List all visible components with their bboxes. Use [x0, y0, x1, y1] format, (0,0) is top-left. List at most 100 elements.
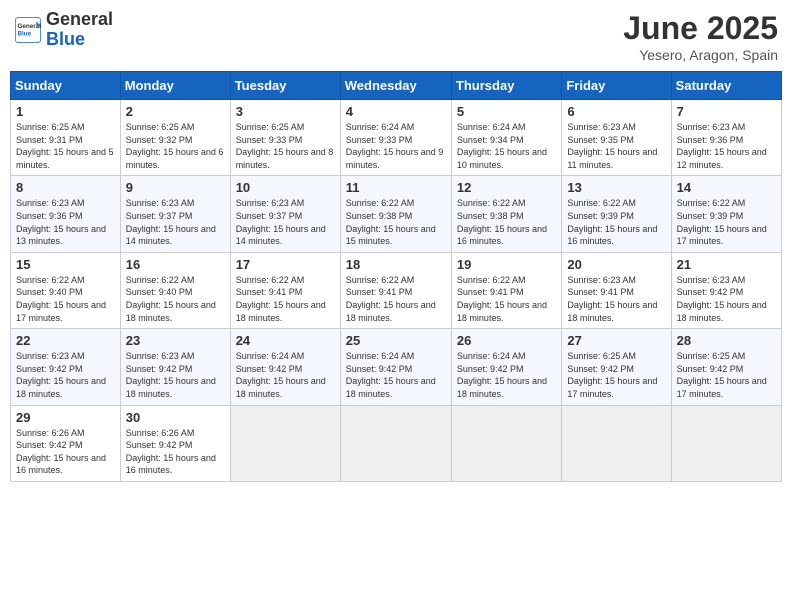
- calendar-cell: 10 Sunrise: 6:23 AM Sunset: 9:37 PM Dayl…: [230, 176, 340, 252]
- day-number: 14: [677, 180, 776, 195]
- week-row-3: 15 Sunrise: 6:22 AM Sunset: 9:40 PM Dayl…: [11, 252, 782, 328]
- day-info: Sunrise: 6:22 AM Sunset: 9:40 PM Dayligh…: [16, 274, 115, 324]
- month-title: June 2025: [623, 10, 778, 47]
- col-saturday: Saturday: [671, 72, 781, 100]
- calendar-cell: 11 Sunrise: 6:22 AM Sunset: 9:38 PM Dayl…: [340, 176, 451, 252]
- calendar-cell: 7 Sunrise: 6:23 AM Sunset: 9:36 PM Dayli…: [671, 100, 781, 176]
- calendar-cell: 15 Sunrise: 6:22 AM Sunset: 9:40 PM Dayl…: [11, 252, 121, 328]
- calendar-cell: [671, 405, 781, 481]
- day-info: Sunrise: 6:24 AM Sunset: 9:42 PM Dayligh…: [457, 350, 556, 400]
- day-number: 19: [457, 257, 556, 272]
- calendar-cell: 9 Sunrise: 6:23 AM Sunset: 9:37 PM Dayli…: [120, 176, 230, 252]
- calendar-header-row: Sunday Monday Tuesday Wednesday Thursday…: [11, 72, 782, 100]
- day-info: Sunrise: 6:22 AM Sunset: 9:38 PM Dayligh…: [457, 197, 556, 247]
- col-friday: Friday: [562, 72, 671, 100]
- logo-icon: General Blue: [14, 16, 42, 44]
- day-info: Sunrise: 6:22 AM Sunset: 9:39 PM Dayligh…: [677, 197, 776, 247]
- day-info: Sunrise: 6:24 AM Sunset: 9:42 PM Dayligh…: [346, 350, 446, 400]
- day-number: 29: [16, 410, 115, 425]
- col-monday: Monday: [120, 72, 230, 100]
- day-info: Sunrise: 6:24 AM Sunset: 9:34 PM Dayligh…: [457, 121, 556, 171]
- calendar-cell: 29 Sunrise: 6:26 AM Sunset: 9:42 PM Dayl…: [11, 405, 121, 481]
- calendar-cell: 24 Sunrise: 6:24 AM Sunset: 9:42 PM Dayl…: [230, 329, 340, 405]
- week-row-2: 8 Sunrise: 6:23 AM Sunset: 9:36 PM Dayli…: [11, 176, 782, 252]
- logo-general: General: [46, 9, 113, 29]
- day-number: 1: [16, 104, 115, 119]
- calendar: Sunday Monday Tuesday Wednesday Thursday…: [10, 71, 782, 482]
- calendar-cell: 14 Sunrise: 6:22 AM Sunset: 9:39 PM Dayl…: [671, 176, 781, 252]
- day-number: 22: [16, 333, 115, 348]
- day-info: Sunrise: 6:22 AM Sunset: 9:41 PM Dayligh…: [346, 274, 446, 324]
- calendar-cell: 4 Sunrise: 6:24 AM Sunset: 9:33 PM Dayli…: [340, 100, 451, 176]
- logo-text: General Blue: [46, 10, 113, 50]
- calendar-cell: 23 Sunrise: 6:23 AM Sunset: 9:42 PM Dayl…: [120, 329, 230, 405]
- calendar-cell: 13 Sunrise: 6:22 AM Sunset: 9:39 PM Dayl…: [562, 176, 671, 252]
- calendar-cell: 2 Sunrise: 6:25 AM Sunset: 9:32 PM Dayli…: [120, 100, 230, 176]
- title-area: June 2025 Yesero, Aragon, Spain: [623, 10, 778, 63]
- day-info: Sunrise: 6:25 AM Sunset: 9:31 PM Dayligh…: [16, 121, 115, 171]
- calendar-cell: [562, 405, 671, 481]
- col-wednesday: Wednesday: [340, 72, 451, 100]
- day-info: Sunrise: 6:23 AM Sunset: 9:35 PM Dayligh…: [567, 121, 665, 171]
- day-info: Sunrise: 6:24 AM Sunset: 9:42 PM Dayligh…: [236, 350, 335, 400]
- day-info: Sunrise: 6:24 AM Sunset: 9:33 PM Dayligh…: [346, 121, 446, 171]
- day-info: Sunrise: 6:25 AM Sunset: 9:42 PM Dayligh…: [677, 350, 776, 400]
- day-number: 20: [567, 257, 665, 272]
- day-number: 15: [16, 257, 115, 272]
- day-number: 30: [126, 410, 225, 425]
- day-info: Sunrise: 6:23 AM Sunset: 9:42 PM Dayligh…: [126, 350, 225, 400]
- col-tuesday: Tuesday: [230, 72, 340, 100]
- day-info: Sunrise: 6:22 AM Sunset: 9:41 PM Dayligh…: [457, 274, 556, 324]
- calendar-cell: 26 Sunrise: 6:24 AM Sunset: 9:42 PM Dayl…: [451, 329, 561, 405]
- header: General Blue General Blue June 2025 Yese…: [10, 10, 782, 63]
- day-number: 25: [346, 333, 446, 348]
- day-info: Sunrise: 6:25 AM Sunset: 9:33 PM Dayligh…: [236, 121, 335, 171]
- calendar-cell: 17 Sunrise: 6:22 AM Sunset: 9:41 PM Dayl…: [230, 252, 340, 328]
- calendar-cell: [340, 405, 451, 481]
- day-number: 9: [126, 180, 225, 195]
- logo-blue: Blue: [46, 29, 85, 49]
- calendar-cell: 6 Sunrise: 6:23 AM Sunset: 9:35 PM Dayli…: [562, 100, 671, 176]
- calendar-cell: 25 Sunrise: 6:24 AM Sunset: 9:42 PM Dayl…: [340, 329, 451, 405]
- day-number: 16: [126, 257, 225, 272]
- day-number: 23: [126, 333, 225, 348]
- day-info: Sunrise: 6:22 AM Sunset: 9:41 PM Dayligh…: [236, 274, 335, 324]
- day-number: 5: [457, 104, 556, 119]
- day-number: 13: [567, 180, 665, 195]
- calendar-cell: 27 Sunrise: 6:25 AM Sunset: 9:42 PM Dayl…: [562, 329, 671, 405]
- day-info: Sunrise: 6:25 AM Sunset: 9:32 PM Dayligh…: [126, 121, 225, 171]
- day-number: 8: [16, 180, 115, 195]
- calendar-cell: 30 Sunrise: 6:26 AM Sunset: 9:42 PM Dayl…: [120, 405, 230, 481]
- day-number: 7: [677, 104, 776, 119]
- week-row-5: 29 Sunrise: 6:26 AM Sunset: 9:42 PM Dayl…: [11, 405, 782, 481]
- day-info: Sunrise: 6:22 AM Sunset: 9:39 PM Dayligh…: [567, 197, 665, 247]
- day-number: 2: [126, 104, 225, 119]
- day-number: 17: [236, 257, 335, 272]
- calendar-cell: 21 Sunrise: 6:23 AM Sunset: 9:42 PM Dayl…: [671, 252, 781, 328]
- location-title: Yesero, Aragon, Spain: [623, 47, 778, 63]
- day-info: Sunrise: 6:23 AM Sunset: 9:41 PM Dayligh…: [567, 274, 665, 324]
- day-info: Sunrise: 6:23 AM Sunset: 9:36 PM Dayligh…: [677, 121, 776, 171]
- calendar-cell: 16 Sunrise: 6:22 AM Sunset: 9:40 PM Dayl…: [120, 252, 230, 328]
- day-number: 21: [677, 257, 776, 272]
- calendar-cell: 22 Sunrise: 6:23 AM Sunset: 9:42 PM Dayl…: [11, 329, 121, 405]
- logo: General Blue General Blue: [14, 10, 113, 50]
- day-info: Sunrise: 6:22 AM Sunset: 9:38 PM Dayligh…: [346, 197, 446, 247]
- calendar-cell: 18 Sunrise: 6:22 AM Sunset: 9:41 PM Dayl…: [340, 252, 451, 328]
- day-info: Sunrise: 6:23 AM Sunset: 9:37 PM Dayligh…: [126, 197, 225, 247]
- day-number: 18: [346, 257, 446, 272]
- day-number: 28: [677, 333, 776, 348]
- calendar-cell: 8 Sunrise: 6:23 AM Sunset: 9:36 PM Dayli…: [11, 176, 121, 252]
- day-info: Sunrise: 6:23 AM Sunset: 9:42 PM Dayligh…: [677, 274, 776, 324]
- calendar-cell: 5 Sunrise: 6:24 AM Sunset: 9:34 PM Dayli…: [451, 100, 561, 176]
- day-number: 27: [567, 333, 665, 348]
- calendar-cell: 12 Sunrise: 6:22 AM Sunset: 9:38 PM Dayl…: [451, 176, 561, 252]
- day-number: 4: [346, 104, 446, 119]
- calendar-cell: 3 Sunrise: 6:25 AM Sunset: 9:33 PM Dayli…: [230, 100, 340, 176]
- day-number: 12: [457, 180, 556, 195]
- calendar-cell: 1 Sunrise: 6:25 AM Sunset: 9:31 PM Dayli…: [11, 100, 121, 176]
- calendar-cell: 19 Sunrise: 6:22 AM Sunset: 9:41 PM Dayl…: [451, 252, 561, 328]
- day-info: Sunrise: 6:23 AM Sunset: 9:36 PM Dayligh…: [16, 197, 115, 247]
- day-number: 11: [346, 180, 446, 195]
- week-row-1: 1 Sunrise: 6:25 AM Sunset: 9:31 PM Dayli…: [11, 100, 782, 176]
